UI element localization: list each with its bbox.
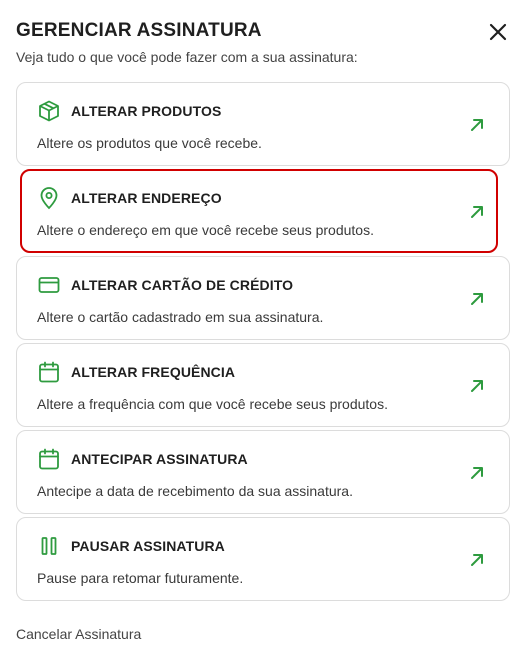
calendar-icon: [37, 360, 61, 384]
location-pin-icon: [37, 186, 61, 210]
option-title: ALTERAR CARTÃO DE CRÉDITO: [71, 277, 294, 293]
calendar-icon: [37, 447, 61, 471]
option-description: Pause para retomar futuramente.: [37, 570, 244, 586]
arrow-up-right-icon: [469, 117, 485, 133]
option-description: Altere o cartão cadastrado em sua assina…: [37, 309, 324, 325]
close-icon[interactable]: [488, 22, 508, 42]
option-title: ALTERAR PRODUTOS: [71, 103, 222, 119]
option-alterar-frequencia[interactable]: ALTERAR FREQUÊNCIA Altere a frequência c…: [16, 343, 510, 427]
modal-header: GERENCIAR ASSINATURA Veja tudo o que voc…: [16, 18, 510, 66]
arrow-up-right-icon: [469, 204, 485, 220]
cancel-subscription-link[interactable]: Cancelar Assinatura: [16, 626, 141, 642]
box-icon: [37, 99, 61, 123]
option-alterar-produtos[interactable]: ALTERAR PRODUTOS Altere os produtos que …: [16, 82, 510, 166]
credit-card-icon: [37, 273, 61, 297]
arrow-up-right-icon: [469, 378, 485, 394]
arrow-up-right-icon: [469, 291, 485, 307]
option-description: Altere o endereço em que você recebe seu…: [37, 222, 374, 238]
option-antecipar-assinatura[interactable]: ANTECIPAR ASSINATURA Antecipe a data de …: [16, 430, 510, 514]
option-alterar-endereco[interactable]: ALTERAR ENDEREÇO Altere o endereço em qu…: [20, 169, 498, 253]
modal-subtitle: Veja tudo o que você pode fazer com a su…: [16, 49, 358, 65]
option-description: Altere os produtos que você recebe.: [37, 135, 262, 151]
option-title: ALTERAR ENDEREÇO: [71, 190, 222, 206]
pause-icon: [37, 534, 61, 558]
option-title: ALTERAR FREQUÊNCIA: [71, 364, 236, 380]
arrow-up-right-icon: [469, 552, 485, 568]
option-description: Altere a frequência com que você recebe …: [37, 396, 388, 412]
options-list: ALTERAR PRODUTOS Altere os produtos que …: [16, 82, 510, 604]
option-description: Antecipe a data de recebimento da sua as…: [37, 483, 353, 499]
option-alterar-cartao[interactable]: ALTERAR CARTÃO DE CRÉDITO Altere o cartã…: [16, 256, 510, 340]
modal-title: GERENCIAR ASSINATURA: [16, 20, 262, 41]
option-title: PAUSAR ASSINATURA: [71, 538, 225, 554]
arrow-up-right-icon: [469, 465, 485, 481]
option-pausar-assinatura[interactable]: PAUSAR ASSINATURA Pause para retomar fut…: [16, 517, 510, 601]
option-title: ANTECIPAR ASSINATURA: [71, 451, 248, 467]
